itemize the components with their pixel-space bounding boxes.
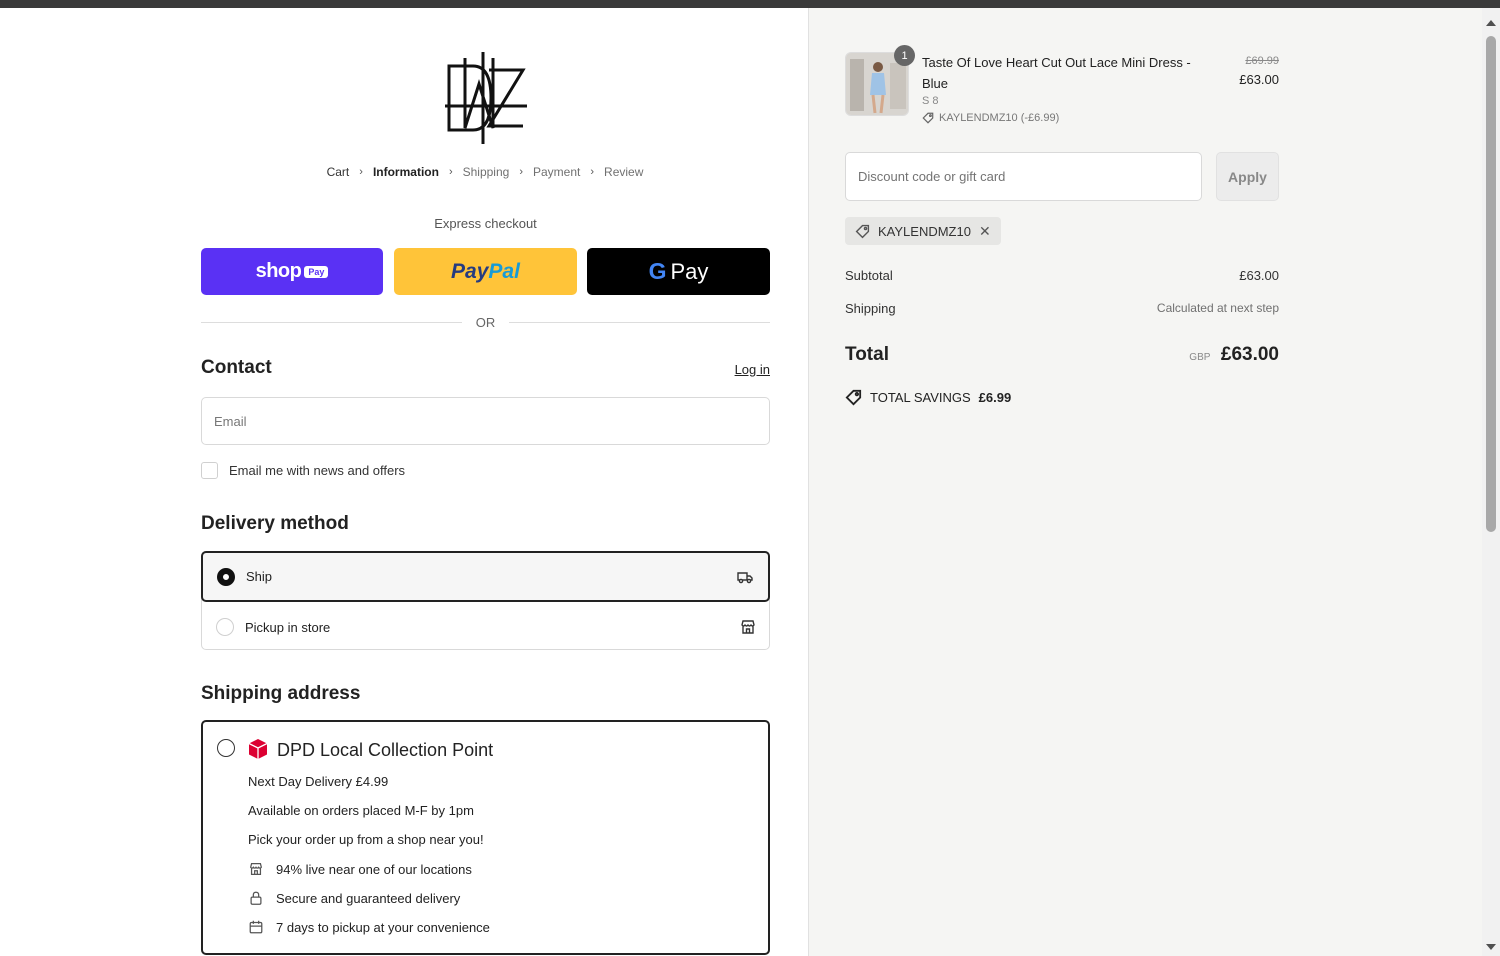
remove-discount-icon[interactable]: ✕ <box>979 223 991 240</box>
applied-discount-code: KAYLENDMZ10 <box>878 223 971 239</box>
dpd-collection-option[interactable]: DPD Local Collection Point Next Day Deli… <box>201 720 770 955</box>
lock-icon <box>250 891 262 905</box>
savings-tag-icon <box>845 389 862 406</box>
order-summary-sidebar <box>808 8 1482 956</box>
total-label: Total <box>845 344 889 365</box>
chevron-right-icon: › <box>590 166 595 178</box>
calendar-icon <box>249 920 263 934</box>
total-amount: £63.00 <box>1220 344 1279 365</box>
dpd-feature: 7 days to pickup at your convenience <box>248 919 490 935</box>
total-currency: GBP <box>1189 352 1211 363</box>
breadcrumb-shipping: Shipping <box>462 165 510 179</box>
breadcrumb-information: Information <box>372 165 439 179</box>
contact-heading: Contact <box>201 357 272 378</box>
ship-label: Ship <box>246 569 273 584</box>
pickup-label: Pickup in store <box>245 619 331 635</box>
dpd-title: DPD Local Collection Point <box>277 740 494 760</box>
newsletter-label: Email me with news and offers <box>229 463 406 478</box>
breadcrumb-review: Review <box>604 165 644 179</box>
log-in-link[interactable]: Log in <box>700 362 770 377</box>
subtotal-label: Subtotal <box>845 268 893 283</box>
delivery-method-heading: Delivery method <box>201 513 349 534</box>
shipping-label: Shipping <box>845 301 896 316</box>
total-savings: TOTAL SAVINGS £6.99 <box>845 389 1011 406</box>
delivery-option-pickup[interactable]: Pickup in store <box>202 602 771 652</box>
page-scrollbar[interactable] <box>1482 8 1500 956</box>
dpd-feature: Secure and guaranteed delivery <box>248 890 460 906</box>
express-checkout-label: Express checkout <box>434 216 537 231</box>
breadcrumb-cart[interactable]: Cart <box>327 165 350 179</box>
dpd-info-line: Pick your order up from a shop near you! <box>248 832 484 847</box>
newsletter-checkbox[interactable] <box>201 462 218 479</box>
tag-icon <box>855 224 870 238</box>
google-pay-button[interactable]: G Pay <box>587 248 770 295</box>
savings-value: £6.99 <box>978 390 1012 405</box>
store-icon <box>741 620 755 634</box>
product-price: £63.00 <box>1239 72 1279 87</box>
or-divider: OR <box>201 312 770 332</box>
product-original-price: £69.99 <box>1245 55 1279 67</box>
chevron-right-icon: › <box>519 166 523 178</box>
dpd-info-line: Available on orders placed M-F by 1pm <box>248 803 474 818</box>
shop-pay-pill: Pay <box>304 265 329 278</box>
subtotal-value: £63.00 <box>1239 268 1279 283</box>
dpd-logo-icon <box>248 739 268 759</box>
browser-top-bar <box>0 0 1500 8</box>
store-icon <box>249 863 263 875</box>
paypal-wordmark: PayPal <box>451 259 520 283</box>
dpd-radio[interactable] <box>217 739 235 757</box>
store-logo[interactable] <box>443 44 529 144</box>
shipping-value: Calculated at next step <box>1156 301 1279 315</box>
delivery-method-group: Ship Pickup in store <box>201 551 770 650</box>
discount-code-input[interactable] <box>845 152 1202 201</box>
apply-discount-button[interactable]: Apply <box>1216 152 1279 201</box>
total-value-group: GBP £63.00 <box>1080 344 1279 366</box>
dpd-info-line: Next Day Delivery £4.99 <box>248 774 389 789</box>
paypal-button[interactable]: PayPal <box>394 248 577 295</box>
scroll-up-arrow-icon[interactable] <box>1486 20 1496 26</box>
tag-icon <box>922 112 934 124</box>
applied-discount-tag: KAYLENDMZ10 ✕ <box>845 217 1001 245</box>
email-input[interactable] <box>201 397 770 445</box>
shipping-address-heading: Shipping address <box>201 683 361 704</box>
shop-pay-wordmark: shop <box>255 260 302 282</box>
quantity-badge: 1 <box>894 45 915 66</box>
product-name: Taste Of Love Heart Cut Out Lace Mini Dr… <box>922 55 1191 91</box>
scrollbar-thumb[interactable] <box>1486 36 1496 532</box>
truck-icon <box>737 571 753 583</box>
dpd-feature: 94% live near one of our locations <box>248 861 472 877</box>
chevron-right-icon: › <box>448 166 453 178</box>
breadcrumb-payment: Payment <box>533 165 581 179</box>
chevron-right-icon: › <box>359 166 363 178</box>
ship-radio[interactable] <box>217 567 235 586</box>
product-discount-note: KAYLENDMZ10 (-£6.99) <box>922 112 1059 124</box>
delivery-option-ship[interactable]: Ship <box>201 551 770 602</box>
shop-pay-button[interactable]: shop Pay <box>201 248 383 295</box>
newsletter-option[interactable]: Email me with news and offers <box>201 462 405 479</box>
product-variant: S 8 <box>922 95 939 107</box>
scroll-down-arrow-icon[interactable] <box>1486 944 1496 950</box>
savings-label: TOTAL SAVINGS <box>870 390 971 405</box>
google-pay-wordmark: G Pay <box>648 258 709 284</box>
pickup-radio[interactable] <box>216 618 234 636</box>
google-g-icon: G <box>648 258 667 284</box>
